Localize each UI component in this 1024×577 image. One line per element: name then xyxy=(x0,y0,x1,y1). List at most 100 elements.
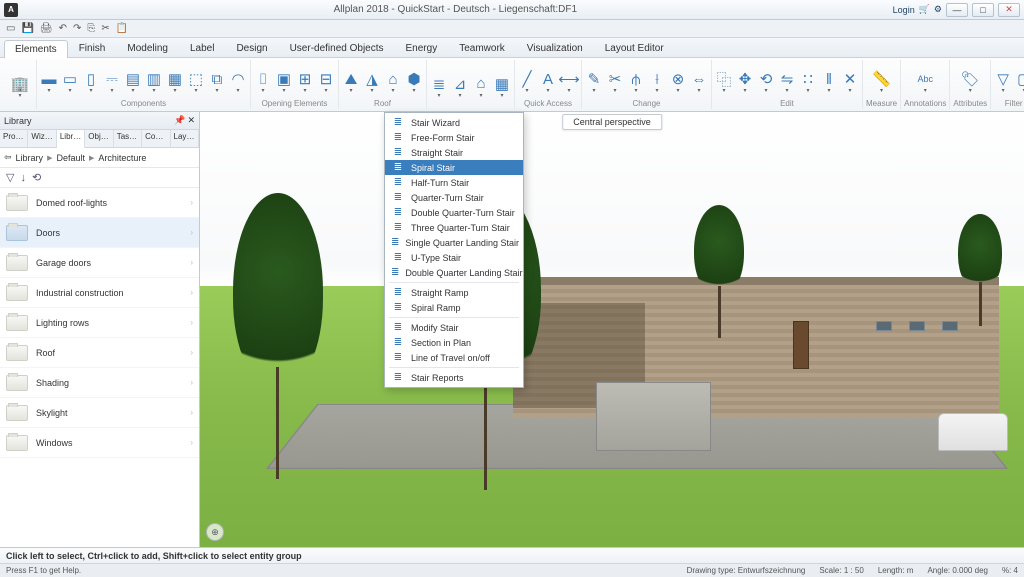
ribbon-tab-elements[interactable]: Elements xyxy=(4,40,68,58)
ribbon-button[interactable]: ▦▾ xyxy=(166,64,184,94)
menu-item[interactable]: ≣Modify Stair xyxy=(385,320,523,335)
lib-tab[interactable]: Library xyxy=(57,130,85,148)
ribbon-button[interactable]: ⌷▾ xyxy=(254,64,272,94)
ribbon-button[interactable]: ⊿▾ xyxy=(451,69,469,99)
attr-button[interactable]: 🏷▾ xyxy=(961,64,979,94)
ribbon-button[interactable]: ⌂▾ xyxy=(384,64,402,94)
lib-tab[interactable]: Wizards xyxy=(28,130,56,147)
status-scale[interactable]: Scale: 1 : 50 xyxy=(819,566,863,575)
menu-item[interactable]: ≣Double Quarter-Turn Stair xyxy=(385,205,523,220)
ribbon-button[interactable]: ⊗▾ xyxy=(669,64,687,94)
ribbon-button[interactable]: ▬▾ xyxy=(40,64,58,94)
home-button[interactable]: 🏢▾ xyxy=(7,69,33,99)
status-pct[interactable]: %: 4 xyxy=(1002,566,1018,575)
library-item[interactable]: Windows› xyxy=(0,428,199,458)
filter-icon[interactable]: ▽ xyxy=(6,171,14,184)
ribbon-tab-label[interactable]: Label xyxy=(179,39,225,57)
menu-item[interactable]: ≣Free-Form Stair xyxy=(385,130,523,145)
menu-item[interactable]: ≣Straight Stair xyxy=(385,145,523,160)
ribbon-button[interactable]: ≣▾ xyxy=(430,69,448,99)
minimize-button[interactable]: — xyxy=(946,3,968,17)
menu-item[interactable]: ≣Stair Reports xyxy=(385,370,523,385)
ribbon-button[interactable]: ◠▾ xyxy=(229,64,247,94)
ribbon-tab-energy[interactable]: Energy xyxy=(395,39,449,57)
menu-item[interactable]: ≣Straight Ramp xyxy=(385,285,523,300)
ribbon-tab-modeling[interactable]: Modeling xyxy=(116,39,179,57)
ribbon-button[interactable]: ▭▾ xyxy=(61,64,79,94)
sort-icon[interactable]: ↓ xyxy=(20,172,26,184)
lib-tab[interactable]: Layers xyxy=(171,130,199,147)
qat-new-icon[interactable]: ▭ xyxy=(6,23,15,34)
ribbon-button[interactable]: ⇋▾ xyxy=(778,64,796,94)
qat-print-icon[interactable]: 🖨 xyxy=(40,23,53,34)
ribbon-button[interactable]: ⊞▾ xyxy=(296,64,314,94)
library-item[interactable]: Roof› xyxy=(0,338,199,368)
ribbon-button[interactable]: ⟲▾ xyxy=(757,64,775,94)
ribbon-button[interactable]: ‖▾ xyxy=(820,64,838,94)
lib-tab[interactable]: Task B… xyxy=(114,130,142,147)
ribbon-button[interactable]: ⎓▾ xyxy=(103,64,121,94)
ribbon-button[interactable]: ⫛▾ xyxy=(627,64,645,94)
crumb-1[interactable]: Default xyxy=(56,153,85,163)
library-item[interactable]: Lighting rows› xyxy=(0,308,199,338)
viewport-label[interactable]: Central perspective xyxy=(562,114,662,130)
ribbon-button[interactable]: ⟷▾ xyxy=(560,64,578,94)
close-button[interactable]: ✕ xyxy=(998,3,1020,17)
library-item[interactable]: Shading› xyxy=(0,368,199,398)
menu-item[interactable]: ≣Line of Travel on/off xyxy=(385,350,523,365)
ribbon-button[interactable]: ╱▾ xyxy=(518,64,536,94)
ribbon-button[interactable]: ⬢▾ xyxy=(405,64,423,94)
menu-item[interactable]: ≣Single Quarter Landing Stair xyxy=(385,235,523,250)
ribbon-button[interactable]: ▯▾ xyxy=(82,64,100,94)
ribbon-button[interactable]: ⬚▾ xyxy=(187,64,205,94)
ribbon-button[interactable]: ⌂▾ xyxy=(472,69,490,99)
ribbon-button[interactable]: ⿻▾ xyxy=(715,64,733,94)
ribbon-tab-layout-editor[interactable]: Layout Editor xyxy=(594,39,675,57)
ribbon-tab-design[interactable]: Design xyxy=(225,39,278,57)
qat-redo-icon[interactable]: ↷ xyxy=(73,23,81,34)
menu-item[interactable]: ≣Stair Wizard xyxy=(385,115,523,130)
menu-item[interactable]: ≣Quarter-Turn Stair xyxy=(385,190,523,205)
status-drawtype[interactable]: Drawing type: Entwurfszeichnung xyxy=(687,566,806,575)
library-item[interactable]: Domed roof-lights› xyxy=(0,188,199,218)
ribbon-button[interactable]: ✎▾ xyxy=(585,64,603,94)
pin-icon[interactable]: 📌 xyxy=(174,115,185,126)
ribbon-button[interactable]: ✂▾ xyxy=(606,64,624,94)
compass-icon[interactable]: ⊕ xyxy=(206,523,224,541)
ribbon-button[interactable]: ⛰▾ xyxy=(342,64,360,94)
ribbon-tab-teamwork[interactable]: Teamwork xyxy=(448,39,516,57)
crumb-root[interactable]: Library xyxy=(16,153,44,163)
viewport[interactable]: Central perspective ⊕ xyxy=(200,112,1024,547)
qat-save-icon[interactable]: 💾 xyxy=(21,23,33,34)
ribbon-button[interactable]: ⇔▾ xyxy=(690,64,708,94)
ribbon-tab-user-defined-objects[interactable]: User-defined Objects xyxy=(279,39,395,57)
ribbon-button[interactable]: A▾ xyxy=(539,64,557,94)
cart-icon[interactable]: 🛒 xyxy=(919,4,930,15)
login-link[interactable]: Login xyxy=(893,5,915,15)
menu-item[interactable]: ≣U-Type Stair xyxy=(385,250,523,265)
lib-tab[interactable]: Prope… xyxy=(0,130,28,147)
ribbon-button[interactable]: ▦▾ xyxy=(493,69,511,99)
crumb-back-icon[interactable]: ⇦ xyxy=(4,152,12,163)
qat-undo-icon[interactable]: ↶ xyxy=(59,23,67,34)
ribbon-tab-visualization[interactable]: Visualization xyxy=(516,39,594,57)
menu-item[interactable]: ≣Spiral Stair xyxy=(385,160,523,175)
qat-paste-icon[interactable]: 📋 xyxy=(116,23,128,34)
panel-close-icon[interactable]: ✕ xyxy=(187,115,195,126)
library-item[interactable]: Skylight› xyxy=(0,398,199,428)
menu-item[interactable]: ≣Spiral Ramp xyxy=(385,300,523,315)
ribbon-button[interactable]: ⧉▾ xyxy=(208,64,226,94)
library-item[interactable]: Garage doors› xyxy=(0,248,199,278)
library-item[interactable]: Doors› xyxy=(0,218,199,248)
status-angle[interactable]: Angle: 0.000 deg xyxy=(927,566,988,575)
ribbon-button[interactable]: ▢▾ xyxy=(1015,64,1024,94)
ribbon-button[interactable]: ⟊▾ xyxy=(648,64,666,94)
menu-item[interactable]: ≣Three Quarter-Turn Stair xyxy=(385,220,523,235)
status-length[interactable]: Length: m xyxy=(878,566,914,575)
qat-copy-icon[interactable]: ⎘ xyxy=(87,23,95,34)
maximize-button[interactable]: □ xyxy=(972,3,994,17)
crumb-2[interactable]: Architecture xyxy=(98,153,146,163)
ribbon-button[interactable]: ∷▾ xyxy=(799,64,817,94)
ribbon-button[interactable]: ✕▾ xyxy=(841,64,859,94)
annot-button[interactable]: Abc▾ xyxy=(916,64,934,94)
